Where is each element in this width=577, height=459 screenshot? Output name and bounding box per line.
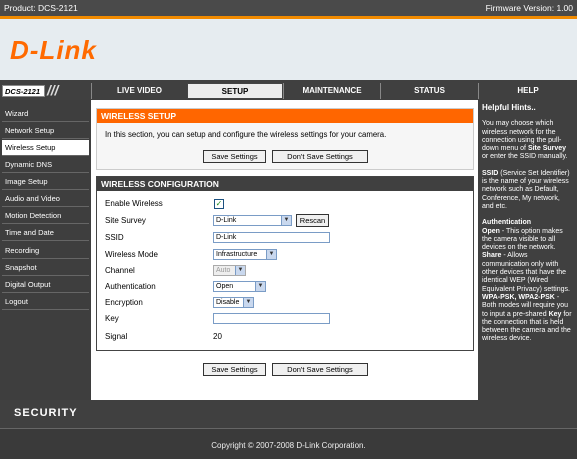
authentication-value: Open <box>216 283 234 290</box>
sidebar-item-network-setup[interactable]: Network Setup <box>2 123 89 139</box>
site-survey-select[interactable]: D-Link ▼ <box>213 215 292 226</box>
chevron-down-icon: ▼ <box>281 216 291 225</box>
sidebar-item-audio-video[interactable]: Audio and Video <box>2 191 89 207</box>
site-survey-label: Site Survey <box>105 216 146 225</box>
model-badge: DCS-2121 <box>2 85 45 97</box>
encryption-label: Encryption <box>105 298 143 307</box>
ssid-label: SSID <box>105 233 124 242</box>
key-input[interactable] <box>213 313 330 324</box>
save-settings-button-bottom[interactable]: Save Settings <box>203 363 266 376</box>
sidebar-item-wizard[interactable]: Wizard <box>2 106 89 122</box>
wireless-setup-description: In this section, you can setup and confi… <box>105 130 387 139</box>
site-survey-value: D-Link <box>216 217 237 224</box>
dont-save-settings-button-top[interactable]: Don't Save Settings <box>272 150 368 163</box>
help-bold: Site Survey <box>527 145 567 153</box>
tab-status[interactable]: STATUS <box>380 83 478 99</box>
chevron-down-icon: ▼ <box>255 282 265 291</box>
enable-wireless-label: Enable Wireless <box>105 199 163 208</box>
save-settings-button-top[interactable]: Save Settings <box>203 150 266 163</box>
sidebar-item-dynamic-dns[interactable]: Dynamic DNS <box>2 157 89 173</box>
top-bar: Product: DCS-2121 Firmware Version: 1.00 <box>0 0 577 16</box>
channel-label: Channel <box>105 266 135 275</box>
help-bold: SSID <box>482 169 499 177</box>
help-bold: Authentication <box>482 219 531 227</box>
wireless-setup-title: WIRELESS SETUP <box>97 109 473 123</box>
wireless-mode-value: Infrastructure <box>216 251 258 258</box>
authentication-label: Authentication <box>105 282 156 291</box>
firmware-version: Firmware Version: 1.00 <box>485 3 573 13</box>
copyright: Copyright © 2007-2008 D-Link Corporation… <box>0 428 577 459</box>
wireless-mode-label: Wireless Mode <box>105 250 158 259</box>
encryption-select[interactable]: Disable ▼ <box>213 297 254 308</box>
signal-label: Signal <box>105 332 128 341</box>
chevron-down-icon: ▼ <box>235 266 245 275</box>
help-panel: Helpful Hints.. You may choose which wir… <box>478 100 577 400</box>
rescan-button[interactable]: Rescan <box>296 214 329 227</box>
wireless-mode-select[interactable]: Infrastructure ▼ <box>213 249 277 260</box>
chevron-down-icon: ▼ <box>266 250 276 259</box>
dlink-logo: D-Link <box>10 35 97 65</box>
help-text: or enter the SSID manually. <box>482 153 568 161</box>
slash-decoration-icon: / / / <box>47 82 59 98</box>
sidebar-item-logout[interactable]: Logout <box>2 294 89 310</box>
authentication-select[interactable]: Open ▼ <box>213 281 266 292</box>
help-site-survey: You may choose which wireless network fo… <box>482 120 573 161</box>
sidebar-item-digital-output[interactable]: Digital Output <box>2 277 89 293</box>
channel-select[interactable]: Auto ▼ <box>213 265 246 276</box>
signal-value: 20 <box>213 332 222 341</box>
help-ssid: SSID (Service Set Identifier) is the nam… <box>482 170 573 211</box>
chevron-down-icon: ▼ <box>243 298 253 307</box>
tab-setup[interactable]: SETUP <box>187 83 283 99</box>
encryption-value: Disable <box>216 299 240 306</box>
logo-banner: D-Link <box>0 16 577 80</box>
help-bold: Share <box>482 252 502 260</box>
sidebar-item-recording[interactable]: Recording <box>2 243 89 259</box>
help-bold: Open <box>482 227 500 235</box>
sidebar-item-time-date[interactable]: Time and Date <box>2 225 89 241</box>
key-label: Key <box>105 314 119 323</box>
sidebar-item-motion-detection[interactable]: Motion Detection <box>2 208 89 224</box>
tab-help[interactable]: HELP <box>478 83 577 99</box>
product-name: Product: DCS-2121 <box>4 3 78 13</box>
help-title: Helpful Hints.. <box>482 103 536 112</box>
help-authentication: Authentication Open - This option makes … <box>482 219 573 343</box>
channel-value: Auto <box>216 267 231 274</box>
sidebar-item-wireless-setup[interactable]: Wireless Setup <box>2 140 89 156</box>
wireless-config-title: WIRELESS CONFIGURATION <box>97 177 473 191</box>
sidebar-item-image-setup[interactable]: Image Setup <box>2 174 89 190</box>
help-bold: Key <box>548 310 562 318</box>
sidebar-item-snapshot[interactable]: Snapshot <box>2 260 89 276</box>
help-bold: WPA-PSK, WPA2-PSK <box>482 293 555 301</box>
enable-wireless-checkbox[interactable]: ✓ <box>214 199 224 209</box>
security-footer: SECURITY <box>0 400 577 428</box>
dont-save-settings-button-bottom[interactable]: Don't Save Settings <box>272 363 368 376</box>
tab-live-video[interactable]: LIVE VIDEO <box>91 83 187 99</box>
ssid-input[interactable]: D-Link <box>213 232 330 243</box>
tab-maintenance[interactable]: MAINTENANCE <box>283 83 380 99</box>
